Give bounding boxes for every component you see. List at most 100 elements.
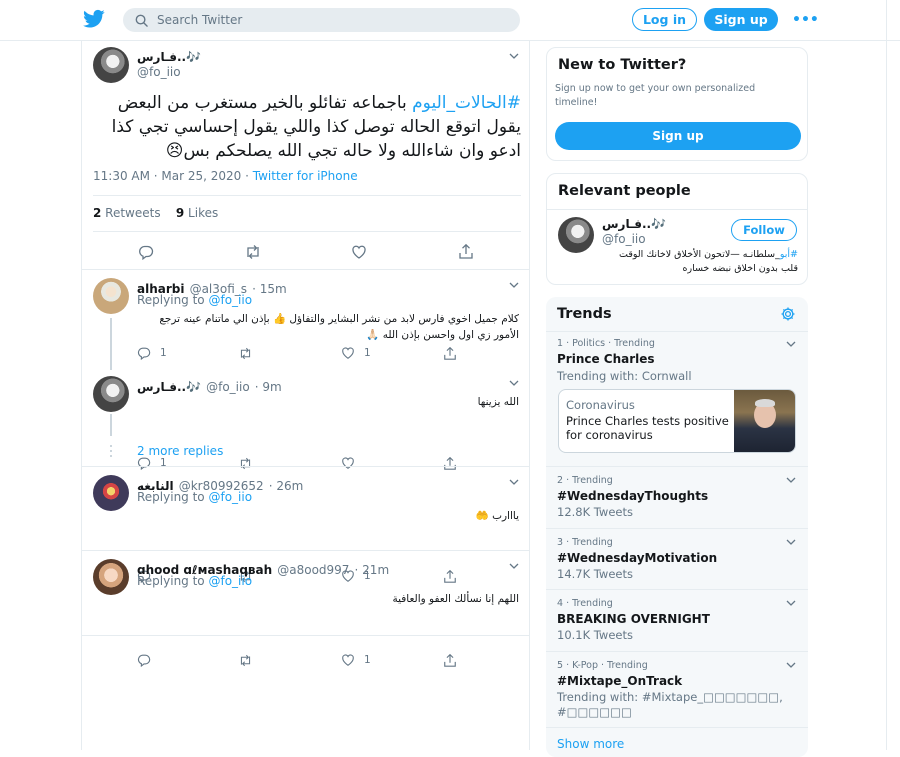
trend-count: Trending with: #Mixtape_□□□□□□□, #□□□□□□ <box>557 690 783 719</box>
trend-title: #WednesdayThoughts <box>557 489 709 503</box>
tweet-stats: 2 Retweets 9 Likes <box>93 206 218 220</box>
like-action[interactable]: 1 <box>341 653 371 667</box>
replying-to: Replying to @fo_iio <box>137 490 253 504</box>
reply-icon[interactable] <box>138 244 154 260</box>
reply-tweet[interactable]: alharbi @al3ofi_s · 15m Replying to @fo_… <box>82 270 529 368</box>
reply-time[interactable]: · 9m <box>255 380 282 394</box>
reply-tweet[interactable]: ɑhood ɑℓмashaqвah @a8ood997 · 21m Replyi… <box>82 551 529 667</box>
avatar[interactable] <box>558 217 594 253</box>
window-edge <box>886 0 900 750</box>
chevron-down-icon[interactable] <box>786 341 796 347</box>
avatar[interactable] <box>93 475 129 511</box>
chevron-down-icon[interactable] <box>786 662 796 668</box>
thread-line <box>110 318 112 370</box>
share-icon[interactable] <box>443 653 457 668</box>
search-box[interactable] <box>123 8 520 32</box>
replying-to: Replying to @fo_iio <box>137 293 253 307</box>
retweet-icon[interactable] <box>238 347 253 360</box>
signup-button[interactable]: Sign up <box>704 8 778 31</box>
twitter-logo-icon[interactable] <box>83 9 105 29</box>
reply-icon[interactable] <box>137 653 151 667</box>
reply-icon <box>137 347 151 360</box>
show-more-link[interactable]: Show more <box>557 737 624 751</box>
trend-item[interactable]: 4 · Trending BREAKING OVERNIGHT 10.1K Tw… <box>546 590 808 652</box>
tweet-time[interactable]: 11:30 AM · Mar 25, 2020 · <box>93 169 253 183</box>
mention-link[interactable]: @fo_iio <box>208 490 252 504</box>
more-replies-link[interactable]: 2 more replies <box>137 444 223 458</box>
share-icon[interactable] <box>458 243 474 260</box>
trend-count: 12.8K Tweets <box>557 505 633 519</box>
trend-item[interactable]: 5 · K-Pop · Trending #Mixtape_OnTrack Tr… <box>546 652 808 728</box>
bio-hashtag-link[interactable]: #أبو <box>780 249 798 260</box>
chevron-down-icon[interactable] <box>509 380 519 386</box>
more-menu-icon[interactable]: ••• <box>792 12 819 28</box>
author-handle[interactable]: @fo_iio <box>206 380 250 394</box>
follow-button[interactable]: Follow <box>731 219 797 241</box>
trend-count: 14.7K Tweets <box>557 567 633 581</box>
reply-time[interactable]: · 15m <box>252 282 287 296</box>
trend-context: 3 · Trending <box>557 537 613 548</box>
chevron-down-icon[interactable] <box>509 479 519 485</box>
login-button[interactable]: Log in <box>632 8 697 31</box>
reply-text: يااارب 🤲 <box>475 510 519 522</box>
new-to-twitter-card: New to Twitter? Sign up now to get your … <box>546 47 808 161</box>
author-handle[interactable]: @a8ood997 <box>277 563 349 577</box>
trend-item[interactable]: 3 · Trending #WednesdayMotivation 14.7K … <box>546 529 808 590</box>
reply-time[interactable]: · 21m <box>355 563 390 577</box>
like-icon[interactable] <box>351 244 367 260</box>
trend-count: Trending with: Cornwall <box>557 369 692 383</box>
reply-time[interactable]: · 26m <box>269 479 304 493</box>
trend-context: 5 · K-Pop · Trending <box>557 660 648 671</box>
retweet-stat[interactable]: 2 Retweets <box>93 206 161 220</box>
like-action[interactable]: 1 <box>341 346 371 360</box>
main-column: فـارس..🎶 @fo_iio #الحالات_اليوم باجماعه … <box>81 41 530 750</box>
card-text: Sign up now to get your own personalized… <box>555 83 756 108</box>
author-name[interactable]: فـارس..🎶 <box>137 50 201 64</box>
avatar[interactable] <box>93 559 129 595</box>
signup-button[interactable]: Sign up <box>555 122 801 150</box>
reply-text: اللهم إنا نسألك العفو والعافية <box>392 593 519 605</box>
hashtag-link[interactable]: #الحالات_اليوم <box>412 93 521 113</box>
trend-item[interactable]: 1 · Politics · Trending Prince Charles T… <box>546 332 808 467</box>
divider <box>547 209 807 210</box>
retweet-icon[interactable] <box>238 654 253 667</box>
mention-link[interactable]: @fo_iio <box>208 574 252 588</box>
avatar[interactable] <box>93 278 129 314</box>
author-handle[interactable]: @fo_iio <box>137 65 181 79</box>
trend-title: #WednesdayMotivation <box>557 551 718 565</box>
chevron-down-icon[interactable] <box>786 539 796 545</box>
like-stat[interactable]: 9 Likes <box>176 206 218 220</box>
reply-action[interactable]: 1 <box>137 346 167 360</box>
trend-count: 10.1K Tweets <box>557 628 633 642</box>
tweet-text: #الحالات_اليوم باجماعه تفائلو بالخير مست… <box>93 91 521 163</box>
news-thumbnail <box>734 390 795 452</box>
card-title: Trends <box>557 306 612 322</box>
tweet-meta: 11:30 AM · Mar 25, 2020 · Twitter for iP… <box>93 169 358 183</box>
news-label: Coronavirus <box>566 398 635 412</box>
share-icon[interactable] <box>443 346 457 361</box>
reply-tweet[interactable]: النابغه @kr80992652 · 26m Replying to @f… <box>82 467 529 583</box>
divider <box>93 195 521 196</box>
thread-dots <box>102 445 122 457</box>
chevron-down-icon[interactable] <box>509 563 519 569</box>
author-name[interactable]: فـارس..🎶 <box>137 380 201 394</box>
trend-item[interactable]: 2 · Trending #WednesdayThoughts 12.8K Tw… <box>546 467 808 529</box>
chevron-down-icon[interactable] <box>509 53 519 59</box>
trend-context: 2 · Trending <box>557 475 613 486</box>
search-input[interactable] <box>157 13 477 27</box>
retweet-icon[interactable] <box>244 244 262 260</box>
person-handle[interactable]: @fo_iio <box>602 232 646 246</box>
chevron-down-icon[interactable] <box>786 477 796 483</box>
tweet-source[interactable]: Twitter for iPhone <box>253 169 358 183</box>
mention-link[interactable]: @fo_iio <box>208 293 252 307</box>
gear-icon[interactable] <box>780 306 796 322</box>
avatar[interactable] <box>93 47 129 83</box>
search-icon <box>135 14 148 27</box>
reply-text: الله يزينها <box>477 396 519 408</box>
trend-news-card[interactable]: Coronavirus Prince Charles tests positiv… <box>558 389 796 453</box>
chevron-down-icon[interactable] <box>509 282 519 288</box>
person-name[interactable]: فـارس..🎶 <box>602 217 666 231</box>
like-icon <box>342 654 354 666</box>
avatar[interactable] <box>93 376 129 412</box>
chevron-down-icon[interactable] <box>786 600 796 606</box>
